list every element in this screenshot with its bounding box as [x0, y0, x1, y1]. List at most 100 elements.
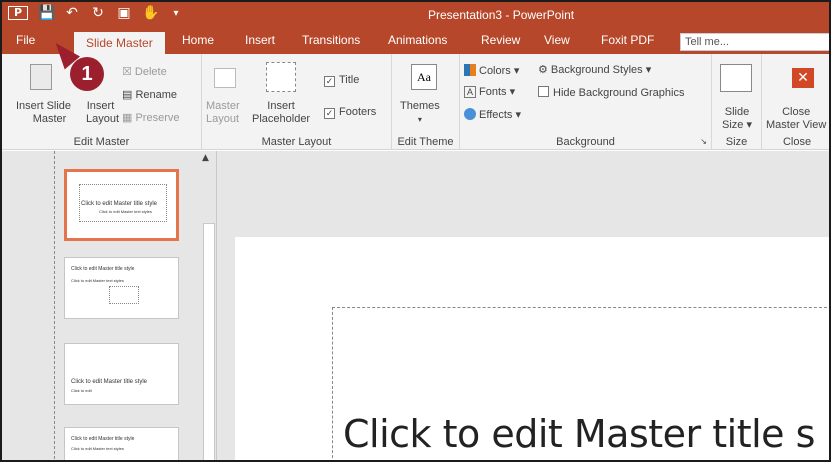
undo-icon[interactable]: ↶ [64, 5, 80, 21]
effects-icon [464, 108, 476, 120]
insert-layout-button[interactable]: Insert Layout [82, 100, 119, 126]
footers-check-icon: ✓ [324, 108, 335, 119]
thumbnail-content-placeholder [109, 286, 139, 304]
master-layout-button[interactable]: Master Layout [206, 100, 240, 126]
group-label-close: Close [782, 136, 812, 148]
background-styles-dropdown[interactable]: ⚙ Background Styles ▾ [538, 64, 651, 77]
background-dialog-launcher-icon[interactable]: ↘ [700, 135, 707, 148]
slide-size-button[interactable]: Slide Size ▾ [722, 106, 752, 132]
group-edit-theme: Aa Themes ▾ Edit Theme [392, 54, 460, 150]
colors-icon [464, 64, 476, 76]
close-master-view-label-1: Close [782, 106, 811, 118]
scrollbar-thumb[interactable] [203, 223, 215, 460]
title-check-icon: ✓ [324, 76, 335, 87]
title-checkbox-label: Title [339, 74, 360, 86]
rename-button[interactable]: ▤ Rename [122, 89, 177, 102]
title-checkbox[interactable]: ✓ Title [324, 74, 359, 87]
step-callout-badge: 1 [70, 57, 104, 91]
effects-dropdown[interactable]: Effects ▾ [464, 108, 521, 122]
insert-slide-master-icon [30, 64, 52, 90]
group-label-background: Background [556, 136, 615, 148]
fonts-dropdown[interactable]: A Fonts ▾ [464, 86, 515, 99]
tab-insert[interactable]: Insert [245, 33, 275, 47]
master-layout-icon [214, 68, 236, 88]
background-styles-icon: ⚙ [538, 64, 551, 76]
slide-size-label-2: Size [722, 119, 744, 131]
tab-file[interactable]: File [16, 33, 35, 47]
thumbnail-subtitle-text: Click to edit Master text styles [99, 209, 152, 214]
thumbnail-layout-2[interactable]: Click to edit Master title style Click t… [64, 343, 179, 405]
insert-layout-label-2: Layout [86, 113, 120, 125]
hide-background-check-icon [538, 86, 549, 97]
thumbnail-title-text: Click to edit Master title style [71, 266, 135, 272]
insert-placeholder-label-1: Insert [267, 100, 295, 112]
thumbnail-subtitle-text: Click to edit Master text styles [71, 278, 124, 283]
thumbnail-title-text: Click to edit Master title style [81, 201, 158, 207]
thumbnail-title-text: Click to edit Master title style [71, 436, 135, 442]
rename-icon: ▤ [122, 89, 136, 101]
themes-label: Themes [400, 100, 440, 112]
powerpoint-window: P 💾 ↶ ↻ ▣ ✋ ▾ Presentation3 - PowerPoint… [0, 0, 831, 462]
tab-transitions[interactable]: Transitions [302, 33, 360, 47]
background-styles-label: Background Styles [550, 64, 643, 76]
tab-review[interactable]: Review [481, 33, 520, 47]
tab-foxit-pdf[interactable]: Foxit PDF [601, 33, 654, 47]
close-master-view-button[interactable]: Close Master View [766, 106, 826, 132]
insert-slide-master-button[interactable]: Insert Slide Master [16, 100, 71, 126]
themes-button[interactable]: Themes ▾ [400, 100, 440, 126]
preserve-button[interactable]: ▦ Preserve [122, 112, 179, 125]
save-icon[interactable]: 💾 [38, 5, 55, 21]
insert-slide-master-label-2: Master [32, 113, 67, 125]
group-size: Slide Size ▾ Size [712, 54, 762, 150]
fonts-label: Fonts [479, 86, 507, 98]
group-master-layout: Master Layout Insert Placeholder ✓ Title … [202, 54, 392, 150]
delete-label: Delete [134, 66, 167, 78]
quick-access-toolbar: P 💾 ↶ ↻ ▣ ✋ ▾ [8, 5, 184, 21]
colors-dropdown[interactable]: Colors ▾ [464, 64, 519, 78]
close-master-view-icon: ✕ [792, 68, 814, 88]
fonts-icon: A [464, 86, 476, 98]
customize-icon[interactable]: ▾ [168, 8, 184, 19]
group-label-size: Size [725, 136, 748, 148]
thumbnail-layout-1[interactable]: Click to edit Master title style Click t… [64, 257, 179, 319]
slide-thumbnail-pane: Click to edit Master title style Click t… [2, 151, 217, 460]
group-label-master-layout: Master Layout [261, 136, 332, 148]
tab-slide-master[interactable]: Slide Master [74, 32, 165, 54]
tab-animations[interactable]: Animations [388, 33, 447, 47]
group-close: ✕ Close Master View Close [762, 54, 829, 150]
delete-button[interactable]: ☒ Delete [122, 66, 167, 79]
tell-me-search[interactable]: Tell me... [680, 33, 829, 51]
close-master-view-label-2: Master View [766, 119, 827, 131]
thumbnail-title-text: Click to edit Master title style [71, 379, 148, 385]
footers-checkbox[interactable]: ✓ Footers [324, 106, 376, 119]
present-icon[interactable]: ▣ [116, 5, 132, 21]
touch-icon[interactable]: ✋ [142, 5, 159, 21]
slide-canvas[interactable]: Click to edit Master title s [235, 237, 829, 460]
scroll-up-icon[interactable]: ▲ [202, 153, 209, 163]
rename-label: Rename [135, 89, 178, 101]
themes-dropdown-icon: ▾ [417, 115, 422, 124]
title-placeholder[interactable]: Click to edit Master title s [332, 307, 829, 460]
slide-size-icon [720, 64, 752, 92]
preserve-label: Preserve [135, 112, 180, 124]
preserve-icon: ▦ [122, 112, 136, 124]
effects-label: Effects [479, 109, 513, 121]
insert-placeholder-button[interactable]: Insert Placeholder [252, 100, 310, 126]
insert-placeholder-label-2: Placeholder [252, 113, 311, 125]
ribbon: Insert Slide Master Insert Layout ☒ Dele… [2, 54, 829, 150]
thumbnail-layout-3[interactable]: Click to edit Master title style Click t… [64, 427, 179, 460]
group-background: Colors ▾ A Fonts ▾ Effects ▾ ⚙ Background… [460, 54, 712, 150]
title-placeholder-text[interactable]: Click to edit Master title s [343, 412, 815, 456]
themes-icon: Aa [411, 64, 437, 90]
thumbnail-slide-master[interactable]: Click to edit Master title style Click t… [64, 169, 179, 241]
thumbnail-subtitle-text: Click to edit Master text styles [71, 446, 124, 451]
insert-slide-master-label-1: Insert Slide [16, 100, 72, 112]
tab-home[interactable]: Home [182, 33, 214, 47]
group-label-edit-theme: Edit Theme [397, 136, 454, 148]
redo-icon[interactable]: ↻ [90, 5, 106, 21]
tab-view[interactable]: View [544, 33, 570, 47]
hide-background-graphics-checkbox[interactable]: Hide Background Graphics [538, 86, 684, 100]
delete-icon: ☒ [122, 66, 135, 78]
insert-layout-label-1: Insert [86, 100, 115, 112]
title-bar: P 💾 ↶ ↻ ▣ ✋ ▾ Presentation3 - PowerPoint [2, 2, 829, 28]
